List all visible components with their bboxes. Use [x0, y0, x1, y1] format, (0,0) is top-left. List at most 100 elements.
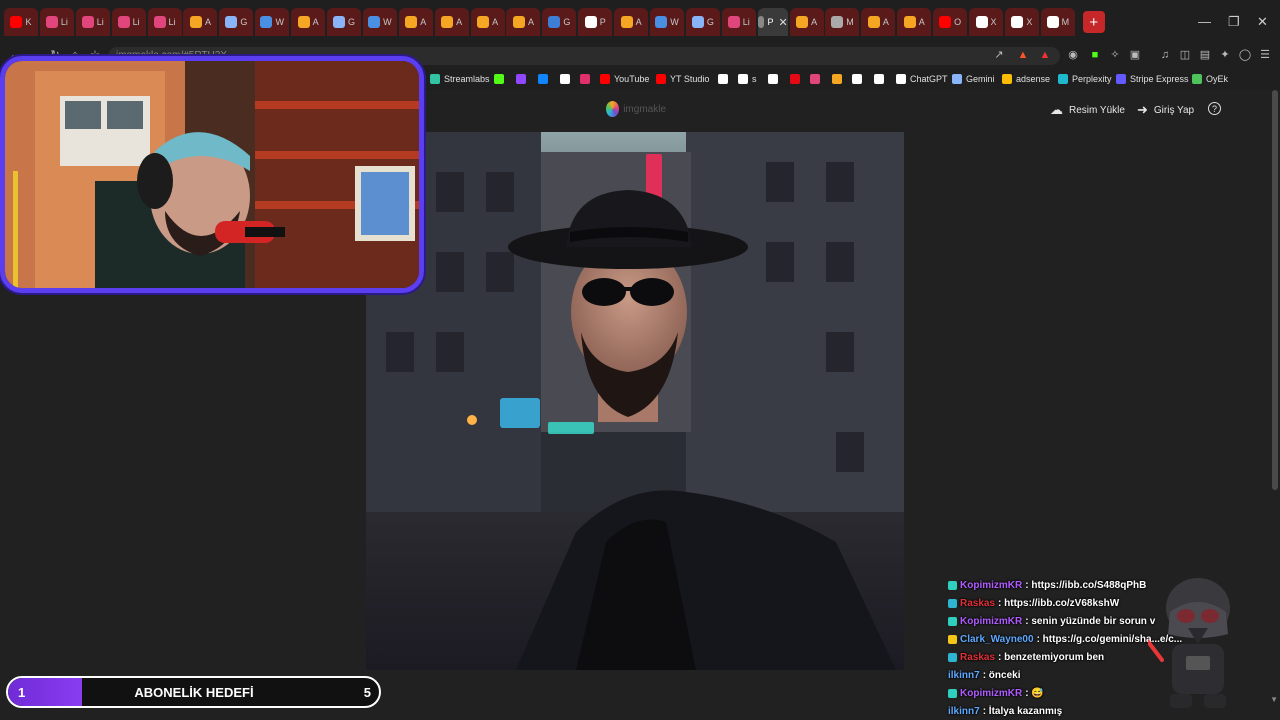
tab[interactable]: A — [861, 8, 896, 36]
chat-badge-icon — [948, 616, 957, 626]
extension-icon[interactable]: ◉ — [1066, 48, 1080, 62]
chat-text: : 😅 — [1025, 687, 1044, 699]
upload-label: Resim Yükle — [1069, 104, 1125, 116]
tab[interactable]: A — [434, 8, 469, 36]
new-tab-button[interactable]: + — [1082, 11, 1105, 33]
uploaded-image[interactable] — [366, 132, 904, 670]
bookmark-item[interactable]: ChatGPT — [896, 72, 948, 86]
extension-icon[interactable]: ▣ — [1128, 48, 1142, 62]
tab[interactable]: Li — [75, 8, 110, 36]
tab[interactable]: Li — [147, 8, 182, 36]
bookmark-item[interactable] — [768, 72, 778, 86]
bookmark-item[interactable]: OyEk — [1192, 72, 1228, 86]
rewards-icon[interactable]: ▲ — [1038, 48, 1052, 62]
bookmark-item[interactable] — [790, 72, 800, 86]
bookmark-favicon-icon — [1002, 74, 1012, 84]
tab[interactable]: M — [1040, 8, 1075, 36]
tab[interactable]: K — [4, 8, 38, 36]
chat-username: ilkinn7 — [948, 705, 980, 717]
tab[interactable]: X — [969, 8, 1004, 36]
tab[interactable]: X — [1004, 8, 1039, 36]
share-icon[interactable]: ↗ — [992, 48, 1006, 62]
bookmark-item[interactable]: YouTube — [600, 72, 649, 86]
menu-icon[interactable]: ☰ — [1258, 48, 1272, 62]
bookmark-item[interactable] — [718, 72, 728, 86]
login-button[interactable]: ➜ Giriş Yap — [1137, 102, 1194, 118]
upload-image-button[interactable]: ☁ Resim Yükle — [1050, 102, 1125, 118]
restore-icon[interactable]: ❐ — [1228, 14, 1240, 30]
tab-label: O — [954, 17, 962, 27]
puzzle-icon[interactable]: ✧ — [1108, 48, 1122, 62]
bookmark-favicon-icon — [494, 74, 504, 84]
tab[interactable]: P — [578, 8, 613, 36]
tab[interactable]: G — [685, 8, 720, 36]
bookmark-item[interactable] — [494, 72, 504, 86]
bookmark-item[interactable] — [516, 72, 526, 86]
bookmark-item[interactable] — [832, 72, 842, 86]
leo-icon[interactable]: ✦ — [1218, 48, 1232, 62]
tab[interactable]: W — [255, 8, 290, 36]
tab-favicon-icon — [189, 16, 202, 28]
bookmark-item[interactable] — [810, 72, 820, 86]
minimize-icon[interactable]: — — [1198, 14, 1211, 29]
bookmark-item[interactable]: Streamlabs — [430, 72, 490, 86]
tab[interactable]: Li — [39, 8, 74, 36]
bookmark-item[interactable] — [538, 72, 548, 86]
chat-text: : önceki — [982, 669, 1021, 681]
bookmark-item[interactable] — [560, 72, 570, 86]
bookmark-item[interactable]: Perplexity — [1058, 72, 1112, 86]
tab[interactable]: A — [614, 8, 649, 36]
tab[interactable]: A — [506, 8, 541, 36]
tab[interactable]: G — [219, 8, 254, 36]
tab[interactable]: W — [650, 8, 685, 36]
tab[interactable]: Li — [111, 8, 146, 36]
tab[interactable]: Li — [721, 8, 756, 36]
vpn-icon[interactable]: ◯ — [1238, 48, 1252, 62]
page-scrollbar[interactable] — [1272, 90, 1278, 490]
tab[interactable]: O — [933, 8, 968, 36]
tab-favicon-icon — [368, 16, 381, 28]
bookmark-item[interactable] — [874, 72, 884, 86]
bookmark-item[interactable] — [852, 72, 862, 86]
bookmark-favicon-icon — [852, 74, 862, 84]
bookmark-item[interactable]: Gemini — [952, 72, 995, 86]
close-window-icon[interactable]: ✕ — [1257, 14, 1268, 30]
tab[interactable]: A — [470, 8, 505, 36]
chat-username: KopimizmKR — [960, 615, 1023, 627]
sidebar-icon[interactable]: ◫ — [1178, 48, 1192, 62]
tab-label: X — [990, 17, 997, 27]
scroll-down-icon[interactable]: ▼ — [1270, 695, 1278, 704]
tab[interactable]: A — [398, 8, 433, 36]
brave-shield-icon[interactable]: ▲ — [1016, 48, 1030, 62]
bookmark-item[interactable] — [580, 72, 590, 86]
chat-text: : https://ibb.co/zV68kshW — [998, 597, 1120, 609]
tab[interactable]: A — [897, 8, 932, 36]
tab[interactable]: G — [327, 8, 362, 36]
tab[interactable]: M — [825, 8, 860, 36]
bookmark-label: adsense — [1016, 74, 1051, 84]
bookmark-favicon-icon — [656, 74, 666, 84]
tab-label: A — [811, 17, 818, 27]
tab[interactable]: A — [183, 8, 218, 36]
tab-close-icon[interactable]: ✕ — [778, 16, 787, 29]
bookmark-item[interactable]: Stripe Express — [1116, 72, 1189, 86]
tab[interactable]: A — [789, 8, 824, 36]
bookmark-favicon-icon — [718, 74, 728, 84]
tab-active[interactable]: P ✕ — [757, 8, 788, 36]
bookmark-item[interactable]: s — [738, 72, 757, 86]
help-button[interactable]: ? — [1208, 102, 1221, 115]
site-logo[interactable]: imgmakle — [606, 100, 666, 118]
tab-label: G — [240, 17, 248, 27]
tab-favicon-icon — [939, 16, 952, 28]
bookmark-item[interactable]: YT Studio — [656, 72, 709, 86]
extension-icon[interactable]: ■ — [1088, 48, 1102, 62]
tab-favicon-icon — [45, 16, 58, 28]
tab-favicon-icon — [225, 16, 238, 28]
tab[interactable]: W — [362, 8, 397, 36]
media-icon[interactable]: ♫ — [1158, 48, 1172, 62]
tab[interactable]: G — [542, 8, 577, 36]
tab[interactable]: A — [291, 8, 326, 36]
tab-favicon-icon — [1046, 16, 1059, 28]
wallet-icon[interactable]: ▤ — [1198, 48, 1212, 62]
bookmark-item[interactable]: adsense — [1002, 72, 1050, 86]
